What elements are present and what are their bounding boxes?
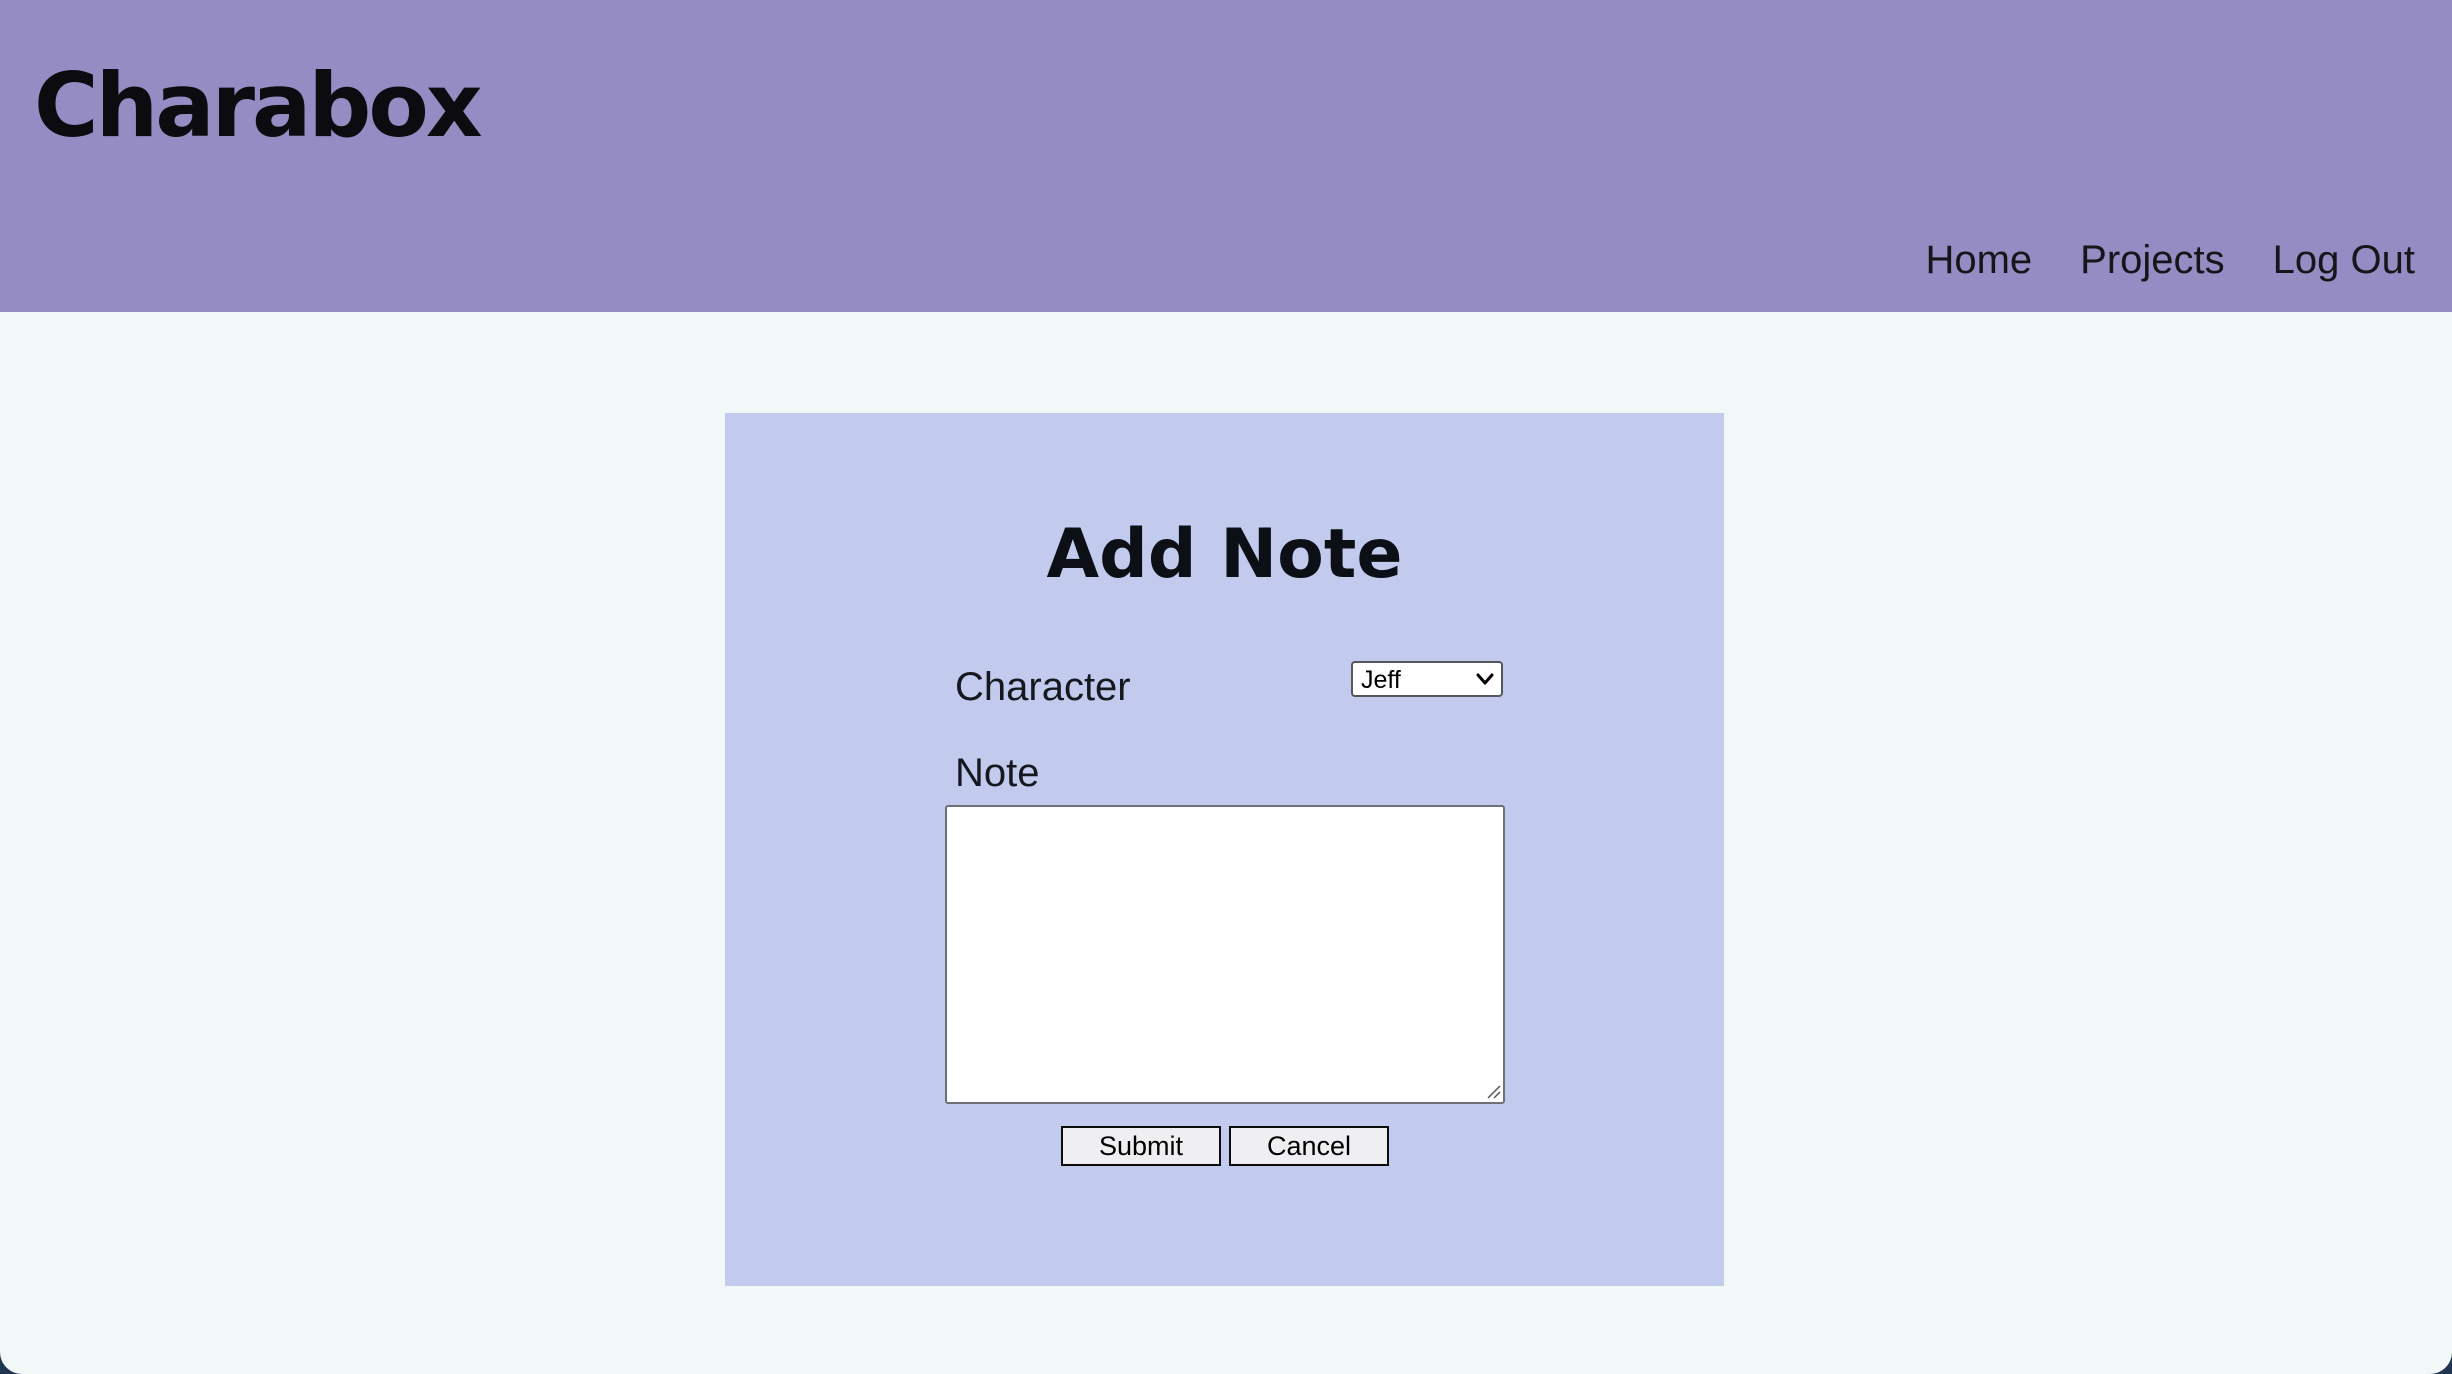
note-label: Note <box>955 751 1040 795</box>
chevron-down-icon <box>1476 673 1494 685</box>
main-nav: Home Projects Log Out <box>1925 236 2415 284</box>
add-note-card: Add Note Character Jeff Note Submit Canc… <box>725 413 1724 1286</box>
page-title: Add Note <box>1046 515 1403 594</box>
cancel-button[interactable]: Cancel <box>1229 1126 1389 1166</box>
brand-logo[interactable]: Charabox <box>34 62 483 150</box>
site-header: Charabox Home Projects Log Out <box>0 0 2452 312</box>
character-select-value: Jeff <box>1361 666 1401 694</box>
nav-projects-link[interactable]: Projects <box>2080 236 2225 284</box>
character-select[interactable]: Jeff <box>1351 661 1503 697</box>
submit-button[interactable]: Submit <box>1061 1126 1221 1166</box>
character-label: Character <box>955 665 1131 709</box>
nav-home-link[interactable]: Home <box>1925 236 2032 284</box>
note-textarea[interactable] <box>945 805 1505 1104</box>
page: Charabox Home Projects Log Out Add Note … <box>0 0 2452 1374</box>
nav-logout-link[interactable]: Log Out <box>2273 236 2415 284</box>
resize-grip-icon[interactable] <box>1485 1083 1501 1099</box>
